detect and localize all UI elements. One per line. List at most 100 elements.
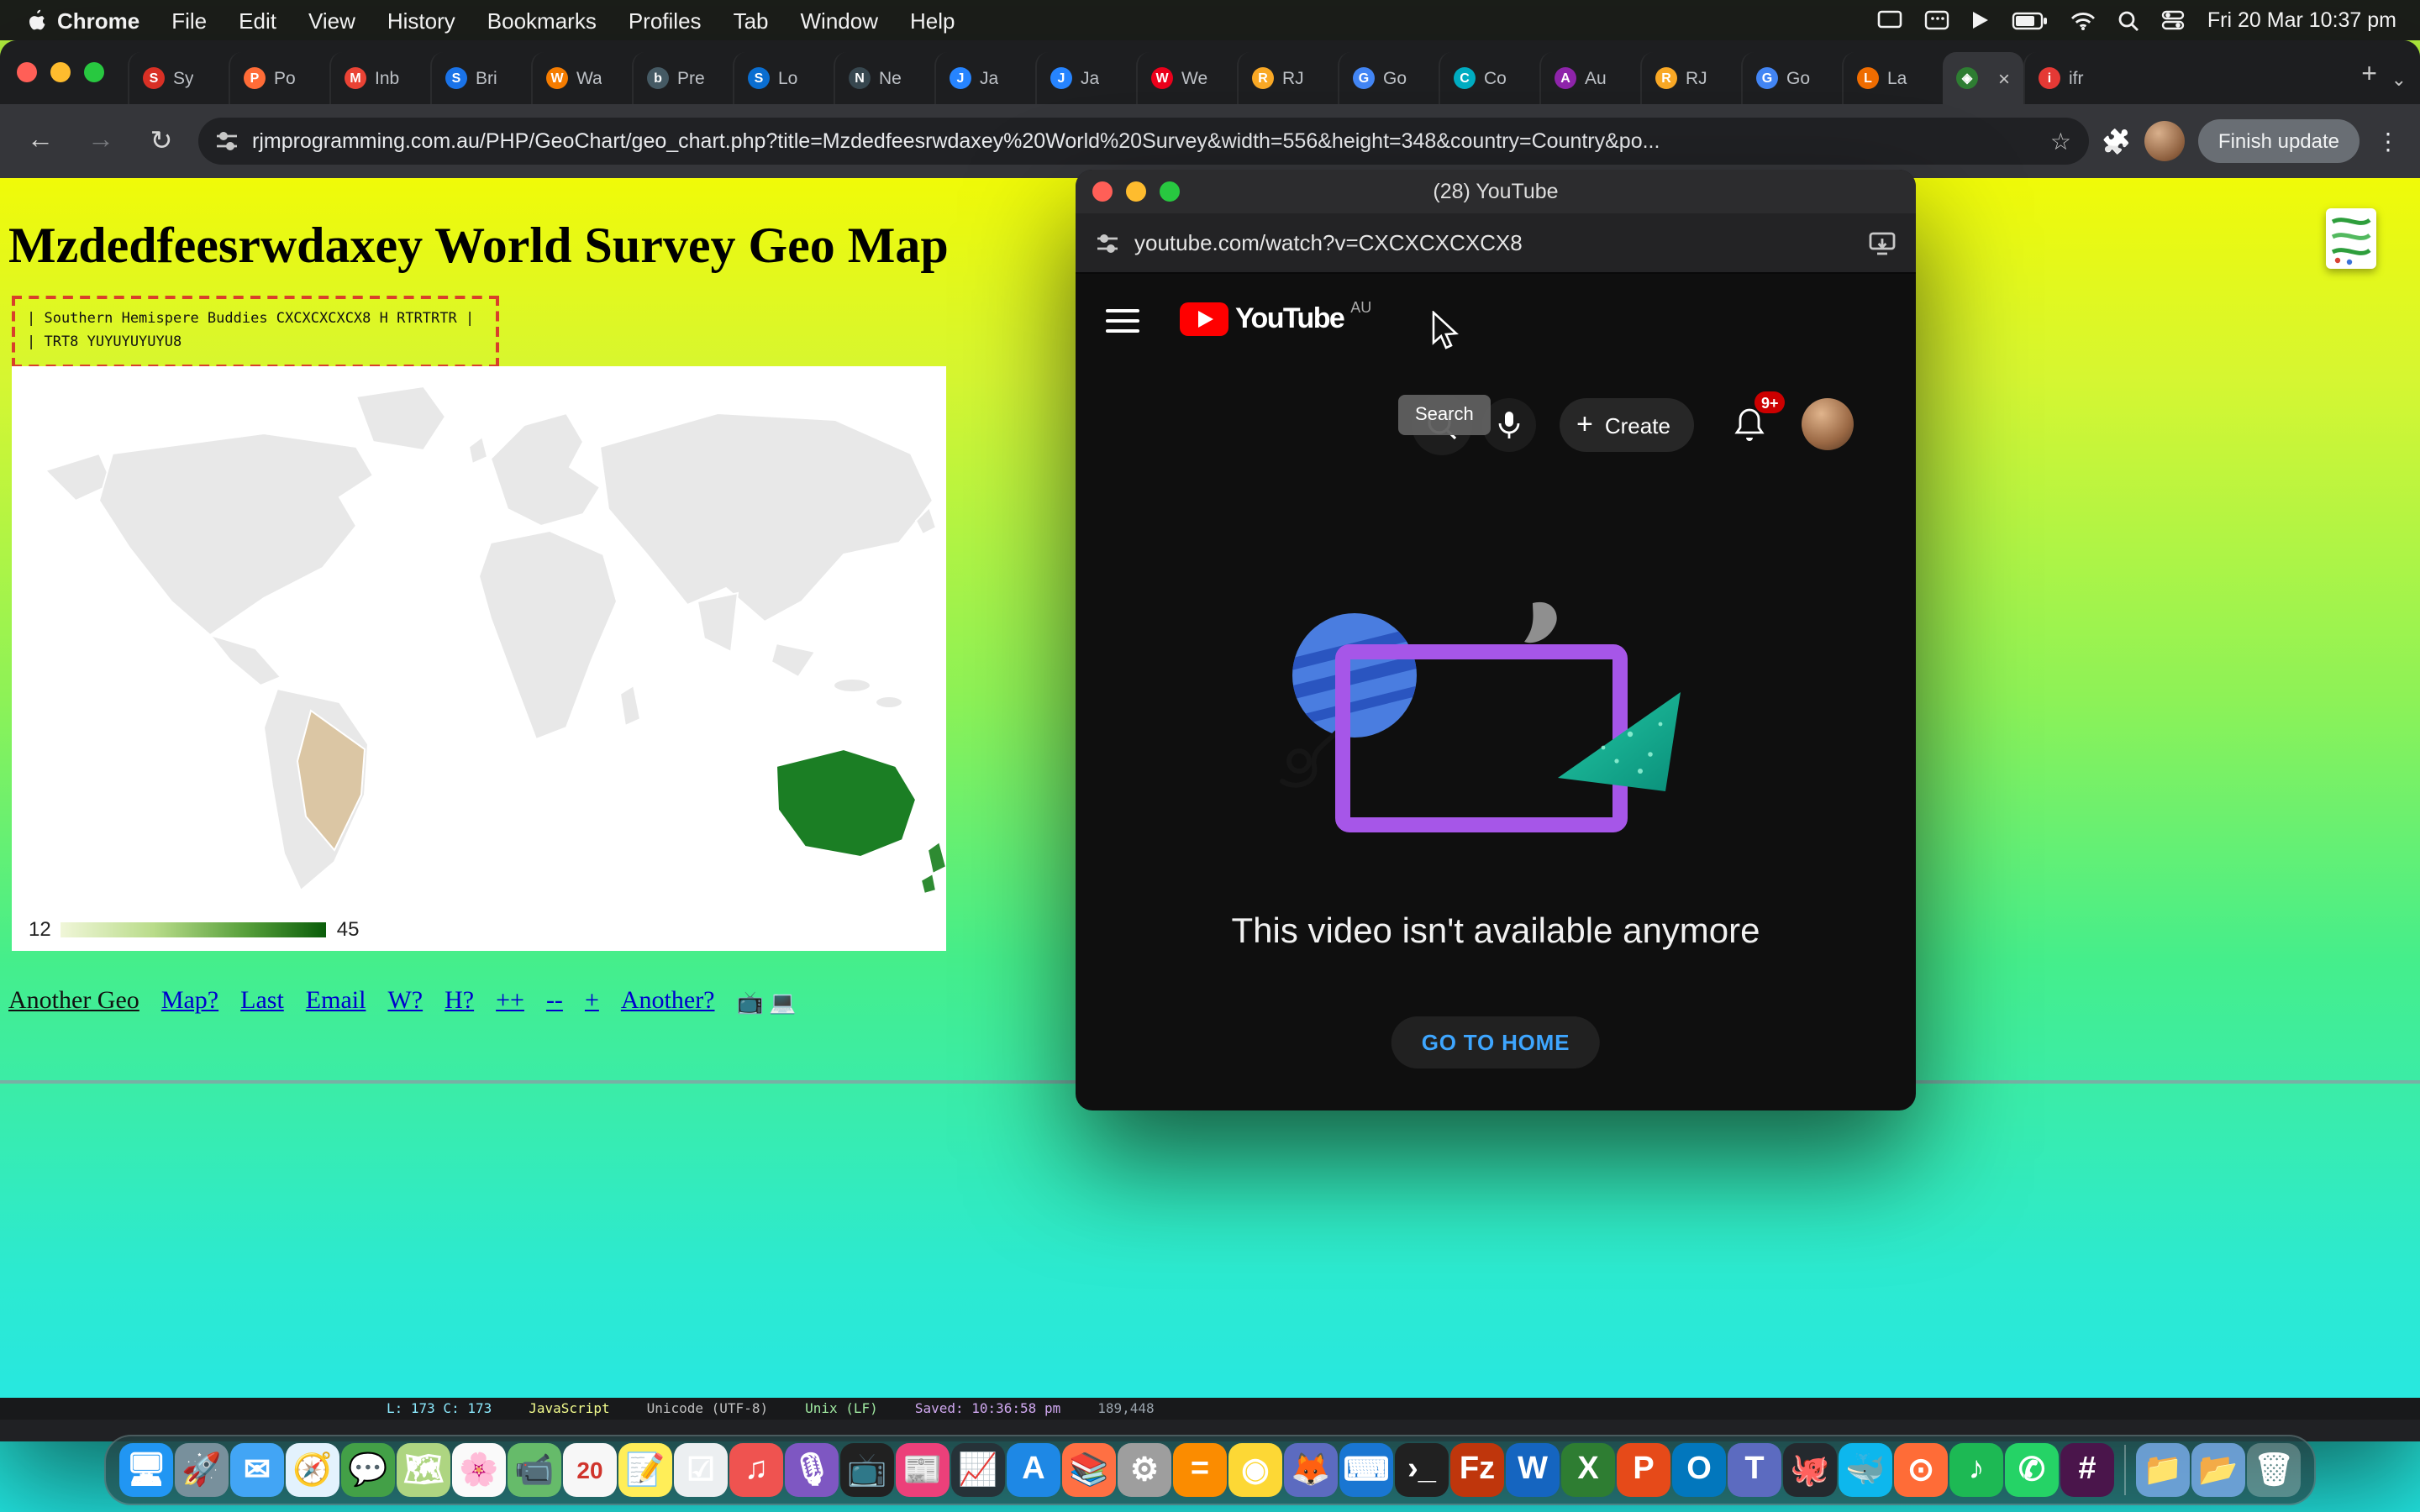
dock-finder-icon[interactable]: 🖥 bbox=[119, 1443, 173, 1497]
browser-tab[interactable]: CCo bbox=[1439, 52, 1539, 104]
menu-bar-clock[interactable]: Fri 20 Mar 10:37 pm bbox=[2207, 8, 2396, 32]
dock-reminders-icon[interactable]: ☑ bbox=[674, 1443, 728, 1497]
minimize-window-button[interactable] bbox=[1126, 181, 1146, 202]
page-link[interactable]: Another Geo bbox=[8, 988, 139, 1016]
apple-logo-icon[interactable] bbox=[24, 8, 47, 32]
youtube-titlebar[interactable]: (28) YouTube bbox=[1076, 170, 1916, 213]
keyboard-icon[interactable] bbox=[1925, 10, 1950, 30]
page-link[interactable]: Another? bbox=[621, 988, 715, 1016]
site-settings-icon[interactable] bbox=[215, 129, 239, 153]
dock-chrome-icon[interactable]: ◉ bbox=[1228, 1443, 1282, 1497]
geo-chart[interactable]: 12 45 bbox=[12, 366, 946, 951]
dock-music-icon[interactable]: ♫ bbox=[729, 1443, 783, 1497]
map-new-zealand[interactable] bbox=[928, 842, 946, 874]
dock-calendar-icon[interactable]: 20 bbox=[563, 1443, 617, 1497]
dock-mail-icon[interactable]: ✉ bbox=[230, 1443, 284, 1497]
page-corner-thumbnail[interactable] bbox=[2326, 208, 2376, 269]
dock-tv-icon[interactable]: 📺 bbox=[840, 1443, 894, 1497]
play-icon[interactable] bbox=[1972, 10, 1991, 30]
spotlight-search-icon[interactable] bbox=[2118, 9, 2140, 31]
page-link[interactable]: Map? bbox=[161, 988, 218, 1016]
control-center-icon[interactable] bbox=[2162, 10, 2186, 30]
dock-terminal-icon[interactable]: ›_ bbox=[1395, 1443, 1449, 1497]
browser-tab[interactable]: LLa bbox=[1842, 52, 1943, 104]
browser-tab[interactable]: iifr bbox=[2023, 52, 2124, 104]
dock-word-icon[interactable]: W bbox=[1506, 1443, 1560, 1497]
browser-tab[interactable]: ◈× bbox=[1943, 52, 2023, 104]
dock-powerpoint-icon[interactable]: P bbox=[1617, 1443, 1670, 1497]
dock-news-icon[interactable]: 📰 bbox=[896, 1443, 950, 1497]
battery-icon[interactable] bbox=[2012, 11, 2049, 29]
dock-outlook-icon[interactable]: O bbox=[1672, 1443, 1726, 1497]
site-settings-icon[interactable] bbox=[1096, 231, 1119, 255]
bookmark-star-icon[interactable]: ☆ bbox=[2050, 127, 2071, 155]
browser-tab[interactable]: NNe bbox=[834, 52, 934, 104]
dock-podcasts-icon[interactable]: 🎙 bbox=[785, 1443, 839, 1497]
dock-photos-icon[interactable]: 🌸 bbox=[452, 1443, 506, 1497]
dock-launchpad-icon[interactable]: 🚀 bbox=[175, 1443, 229, 1497]
page-link[interactable]: H? bbox=[445, 988, 474, 1016]
page-link[interactable]: W? bbox=[387, 988, 423, 1016]
dock-postman-icon[interactable]: ⊙ bbox=[1894, 1443, 1948, 1497]
menu-hamburger-icon[interactable] bbox=[1106, 309, 1139, 333]
extensions-icon[interactable]: 🧩 bbox=[2102, 127, 2131, 155]
save-to-device-icon[interactable] bbox=[1869, 231, 1896, 255]
finish-update-button[interactable]: Finish update bbox=[2198, 119, 2360, 163]
back-button[interactable]: ← bbox=[17, 118, 64, 165]
menu-item-tab[interactable]: Tab bbox=[734, 8, 769, 33]
forward-button[interactable]: → bbox=[77, 118, 124, 165]
browser-tab[interactable]: MInb bbox=[329, 52, 430, 104]
youtube-logo[interactable]: YouTube AU bbox=[1180, 302, 1371, 336]
browser-tab[interactable]: bPre bbox=[632, 52, 733, 104]
menu-item-history[interactable]: History bbox=[387, 8, 455, 33]
dock-books-icon[interactable]: 📚 bbox=[1062, 1443, 1116, 1497]
browser-tab[interactable]: SSy bbox=[128, 52, 229, 104]
dock-maps-icon[interactable]: 🗺 bbox=[397, 1443, 450, 1497]
tv-computer-emoji-icons[interactable]: 📺 💻 bbox=[737, 989, 797, 1016]
wifi-icon[interactable] bbox=[2071, 11, 2096, 29]
page-link[interactable]: Last bbox=[240, 988, 284, 1016]
page-link[interactable]: -- bbox=[546, 988, 563, 1016]
screen-mirroring-icon[interactable] bbox=[1878, 10, 1903, 30]
map-australia[interactable] bbox=[776, 749, 916, 857]
menu-item-window[interactable]: Window bbox=[801, 8, 879, 33]
menu-item-profiles[interactable]: Profiles bbox=[629, 8, 702, 33]
dock-facetime-icon[interactable]: 📹 bbox=[508, 1443, 561, 1497]
browser-tab[interactable]: WWe bbox=[1136, 52, 1237, 104]
dock-safari-icon[interactable]: 🧭 bbox=[286, 1443, 339, 1497]
close-window-button[interactable] bbox=[17, 62, 37, 82]
browser-tab[interactable]: JJa bbox=[1035, 52, 1136, 104]
browser-tab[interactable]: GGo bbox=[1338, 52, 1439, 104]
tab-close-icon[interactable]: × bbox=[1998, 66, 2010, 90]
create-button[interactable]: + Create bbox=[1560, 398, 1694, 452]
map-new-zealand[interactable] bbox=[921, 874, 936, 894]
dock-docker-icon[interactable]: 🐳 bbox=[1839, 1443, 1892, 1497]
dock-whatsapp-icon[interactable]: ✆ bbox=[2005, 1443, 2059, 1497]
dock-teams-icon[interactable]: T bbox=[1728, 1443, 1781, 1497]
reload-button[interactable]: ↻ bbox=[138, 118, 185, 165]
page-link[interactable]: Email bbox=[306, 988, 366, 1016]
dock-messages-icon[interactable]: 💬 bbox=[341, 1443, 395, 1497]
dock-calculator-icon[interactable]: = bbox=[1173, 1443, 1227, 1497]
dock-firefox-icon[interactable]: 🦊 bbox=[1284, 1443, 1338, 1497]
close-window-button[interactable] bbox=[1092, 181, 1113, 202]
go-to-home-button[interactable]: GO TO HOME bbox=[1392, 1016, 1601, 1068]
dock-filezilla-icon[interactable]: Fz bbox=[1450, 1443, 1504, 1497]
account-avatar[interactable] bbox=[1802, 398, 1854, 450]
dock-notes-icon[interactable]: 📝 bbox=[618, 1443, 672, 1497]
dock-folder-projects-icon[interactable]: 📁 bbox=[2136, 1443, 2190, 1497]
menu-item-help[interactable]: Help bbox=[910, 8, 955, 33]
tab-search-chevron-icon[interactable]: ⌄ bbox=[2391, 69, 2407, 91]
dock-app-store-icon[interactable]: A bbox=[1007, 1443, 1060, 1497]
new-tab-button[interactable]: + bbox=[2348, 54, 2391, 97]
menu-item-view[interactable]: View bbox=[308, 8, 355, 33]
zoom-window-button[interactable] bbox=[1160, 181, 1180, 202]
browser-tab[interactable]: JJa bbox=[934, 52, 1035, 104]
browser-tab[interactable]: SLo bbox=[733, 52, 834, 104]
dock-trash-icon[interactable]: 🗑 bbox=[2247, 1443, 2301, 1497]
dock-settings-icon[interactable]: ⚙ bbox=[1118, 1443, 1171, 1497]
address-bar[interactable]: rjmprogramming.com.au/PHP/GeoChart/geo_c… bbox=[198, 118, 2088, 165]
dock-github-icon[interactable]: 🐙 bbox=[1783, 1443, 1837, 1497]
dock-vscode-icon[interactable]: ⌨ bbox=[1339, 1443, 1393, 1497]
dock-spotify-icon[interactable]: ♪ bbox=[1949, 1443, 2003, 1497]
